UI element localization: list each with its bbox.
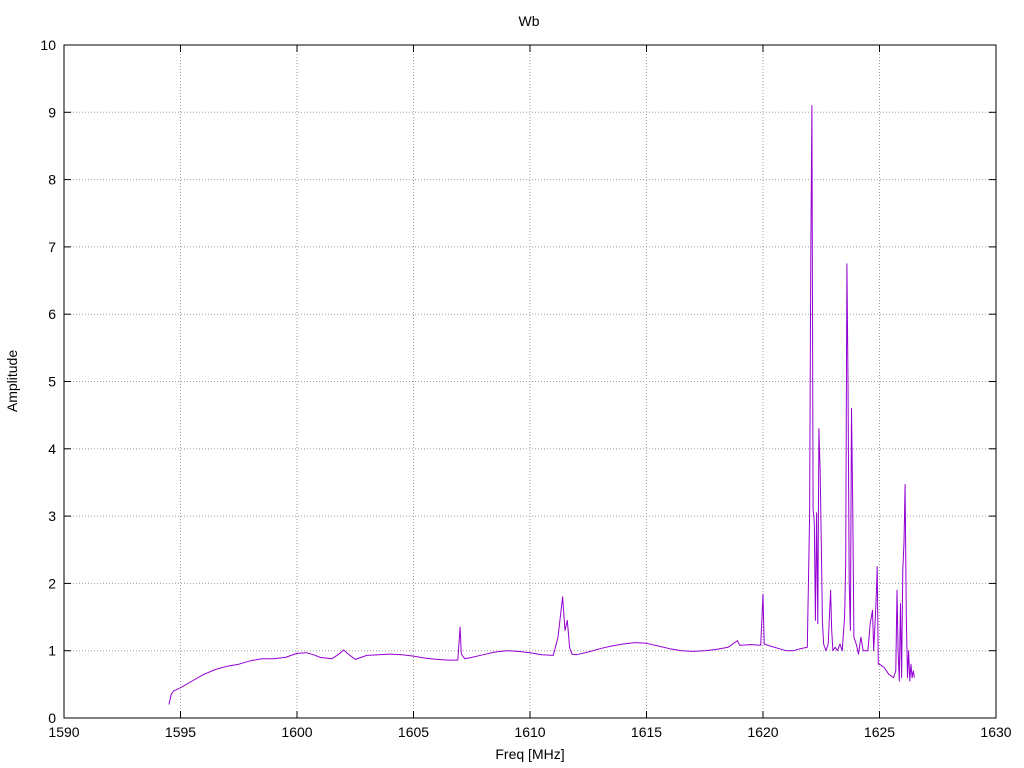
y-tick-label: 2 bbox=[48, 575, 56, 591]
x-tick-label: 1590 bbox=[48, 724, 79, 740]
y-tick-label: 5 bbox=[48, 374, 56, 390]
y-tick-label: 4 bbox=[48, 441, 56, 457]
y-tick-label: 1 bbox=[48, 643, 56, 659]
chart-container: 1590 1595 1600 1605 1610 1615 1620 1625 1630 0 1 2 3… bbox=[0, 0, 1024, 768]
y-tick-label: 7 bbox=[48, 239, 56, 255]
x-tick-label: 1610 bbox=[514, 724, 545, 740]
y-tick-label: 8 bbox=[48, 172, 56, 188]
x-tick-label: 1630 bbox=[980, 724, 1011, 740]
chart-title: Wb bbox=[519, 13, 540, 29]
y-tick-label: 9 bbox=[48, 104, 56, 120]
y-axis-label: Amplitude bbox=[4, 350, 20, 412]
x-axis-label: Freq [MHz] bbox=[495, 746, 564, 762]
chart-background bbox=[0, 0, 1024, 768]
x-tick-label: 1625 bbox=[864, 724, 895, 740]
y-tick-label: 3 bbox=[48, 508, 56, 524]
y-tick-label: 0 bbox=[48, 710, 56, 726]
y-tick-label: 6 bbox=[48, 306, 56, 322]
x-tick-label: 1595 bbox=[165, 724, 196, 740]
y-tick-label: 10 bbox=[40, 37, 56, 53]
amplitude-chart: 1590 1595 1600 1605 1610 1615 1620 1625 1630 0 1 2 3… bbox=[0, 0, 1024, 768]
x-tick-label: 1620 bbox=[747, 724, 778, 740]
x-tick-label: 1605 bbox=[398, 724, 429, 740]
x-tick-label: 1615 bbox=[631, 724, 662, 740]
x-tick-label: 1600 bbox=[281, 724, 312, 740]
